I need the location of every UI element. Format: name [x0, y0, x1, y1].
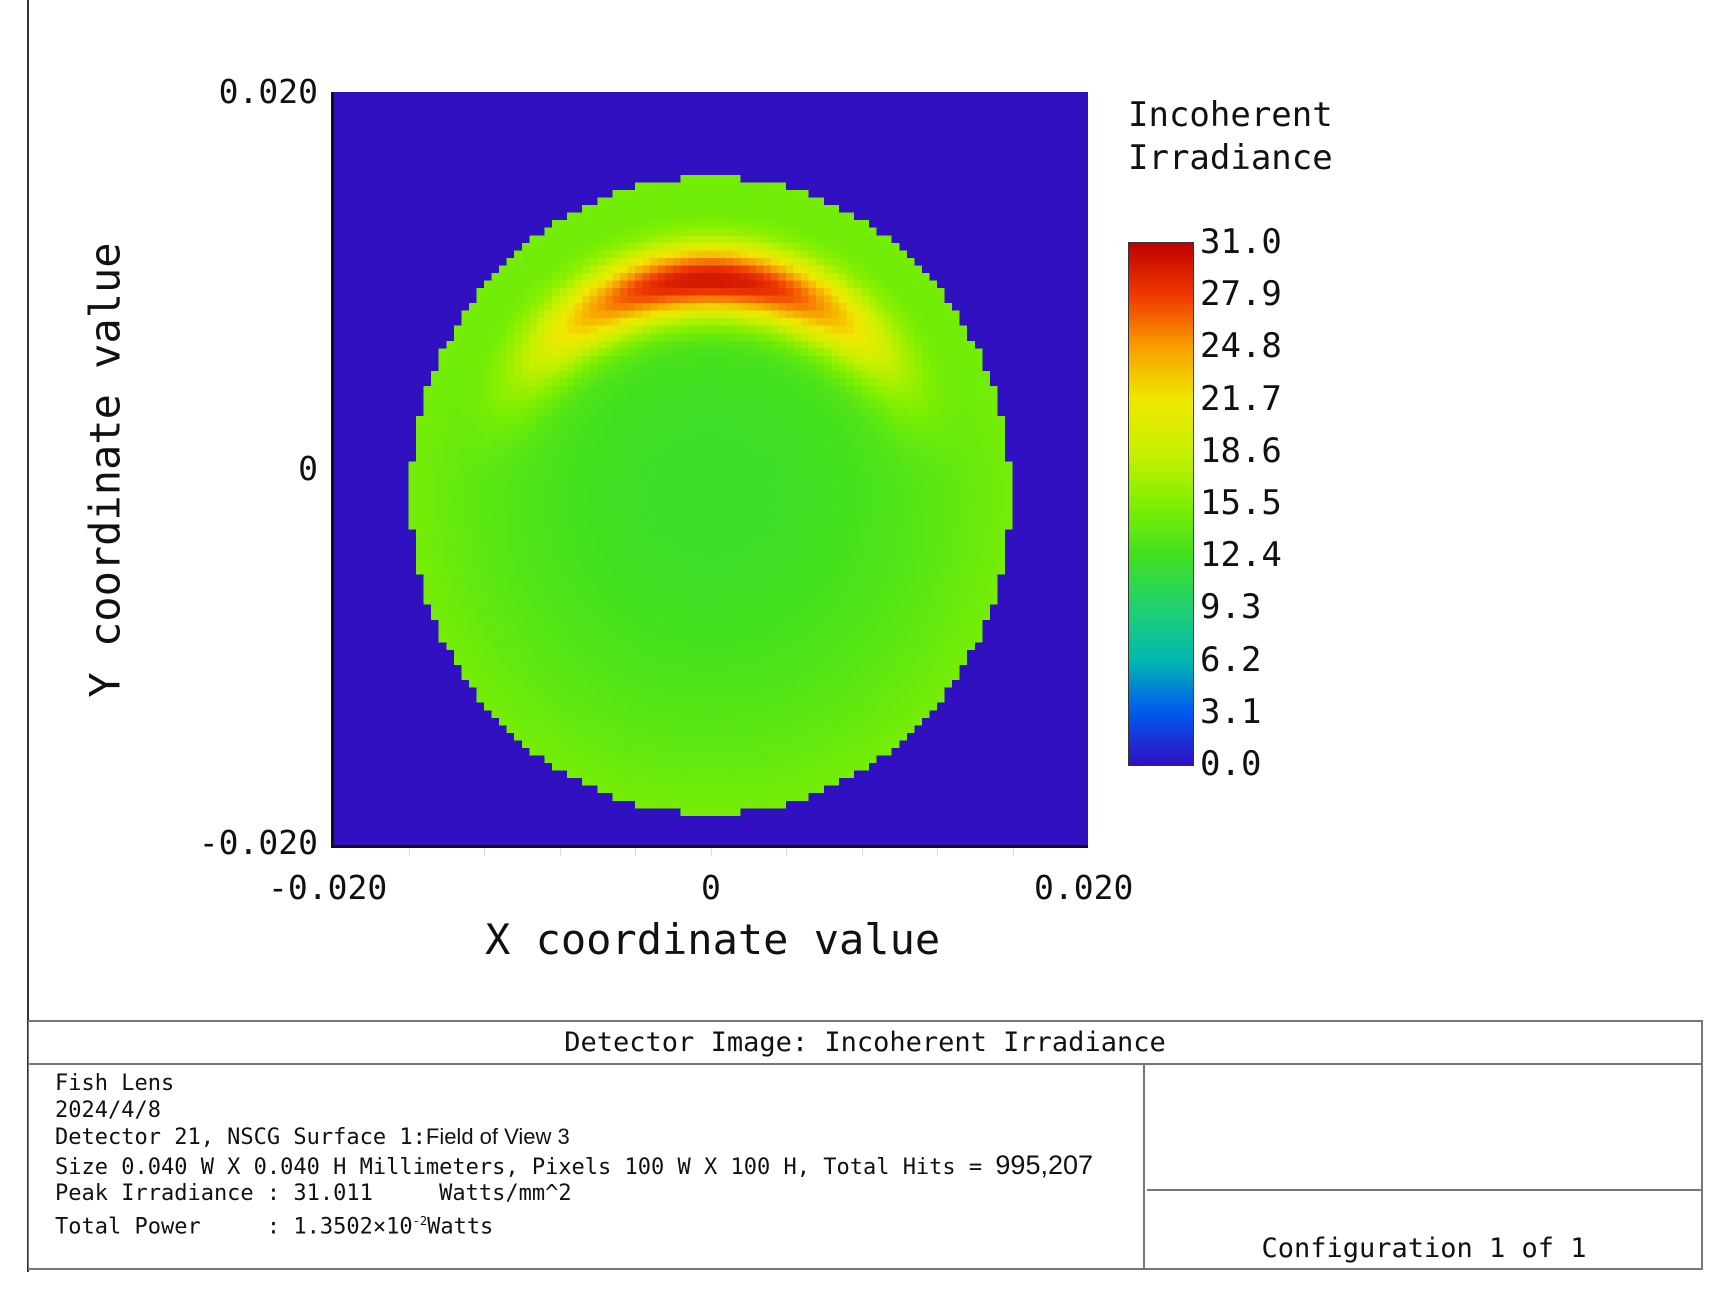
configuration-label: Configuration 1 of 1: [1261, 1233, 1587, 1264]
colorbar-title-line1: Incoherent: [1128, 95, 1333, 135]
x-tick-label: -0.020: [268, 868, 388, 907]
x-axis-tick: [786, 848, 787, 856]
total-hits-value: 995,207: [995, 1149, 1094, 1180]
colorbar-tick-label: 27.9: [1200, 274, 1282, 315]
colorbar-tick-label: 0.0: [1200, 744, 1262, 784]
table-info-block: Fish Lens 2024/4/8 Detector 21, NSCG Sur…: [29, 1065, 1145, 1268]
x-axis-tick: [861, 848, 863, 856]
colorbar-tick-label: 15.5: [1200, 483, 1282, 523]
y-tick-label: 0: [298, 449, 318, 488]
colorbar-tick-label: 24.8: [1200, 326, 1282, 367]
x-axis-line: [331, 845, 1088, 848]
peak-irradiance: Peak Irradiance : 31.011 Watts/mm^2: [55, 1181, 572, 1206]
total-power-unit: Watts: [427, 1213, 494, 1239]
x-axis-tick: [484, 848, 485, 856]
x-axis-tick: [559, 848, 561, 856]
y-tick-label: 0.020: [218, 72, 318, 111]
detector-line: Detector 21, NSCG Surface 1:Field of Vie…: [55, 1124, 1143, 1152]
colorbar-tick-label: 6.2: [1200, 639, 1262, 680]
y-axis-line: [331, 92, 334, 848]
x-tick-label: 0.020: [1034, 868, 1134, 907]
colorbar-tick-label: 18.6: [1200, 430, 1282, 471]
x-axis-tick: [1012, 848, 1014, 856]
colorbar-tick-label: 9.3: [1200, 587, 1262, 628]
colorbar-title: Incoherent Irradiance: [1128, 94, 1333, 180]
x-axis-tick: [635, 848, 636, 856]
date: 2024/4/8: [55, 1097, 161, 1123]
heatmap-canvas: [333, 92, 1088, 846]
table-header: Detector Image: Incoherent Irradiance: [29, 1022, 1701, 1065]
colorbar-tick-label: 21.7: [1200, 378, 1282, 419]
colorbar-tick-label: 12.4: [1200, 535, 1282, 576]
info-table: Detector Image: Incoherent Irradiance Fi…: [28, 1020, 1703, 1270]
total-power-exponent: -2: [412, 1213, 428, 1228]
colorbar-tick-label: 3.1: [1200, 691, 1262, 732]
irradiance-heatmap: [333, 92, 1088, 846]
y-axis-title: Y coordinate value: [80, 242, 130, 698]
field-of-view-text: Field of View 3: [425, 1124, 570, 1149]
x-tick-label: 0: [701, 868, 721, 907]
x-axis-tick: [937, 848, 938, 856]
colorbar: [1128, 242, 1194, 766]
total-power-line: Total Power : 1.3502×10-2Watts: [55, 1208, 1143, 1241]
x-axis-tick: [408, 848, 410, 856]
x-axis-title: X coordinate value: [485, 915, 941, 964]
colorbar-tick-label: 31.0: [1200, 222, 1282, 262]
colorbar-title-line2: Irradiance: [1128, 138, 1333, 178]
detector-text: Detector 21, NSCG Surface 1:: [55, 1125, 426, 1150]
table-empty-cell: [1147, 1065, 1701, 1191]
size-text: Size 0.040 W X 0.040 H Millimeters, Pixe…: [55, 1154, 996, 1180]
y-tick-label: -0.020: [198, 823, 318, 862]
total-power-text: Total Power : 1.3502×10: [55, 1213, 413, 1239]
size-line: Size 0.040 W X 0.040 H Millimeters, Pixe…: [55, 1149, 1143, 1182]
x-axis-tick: [710, 848, 712, 856]
lens-name: Fish Lens: [55, 1071, 175, 1096]
